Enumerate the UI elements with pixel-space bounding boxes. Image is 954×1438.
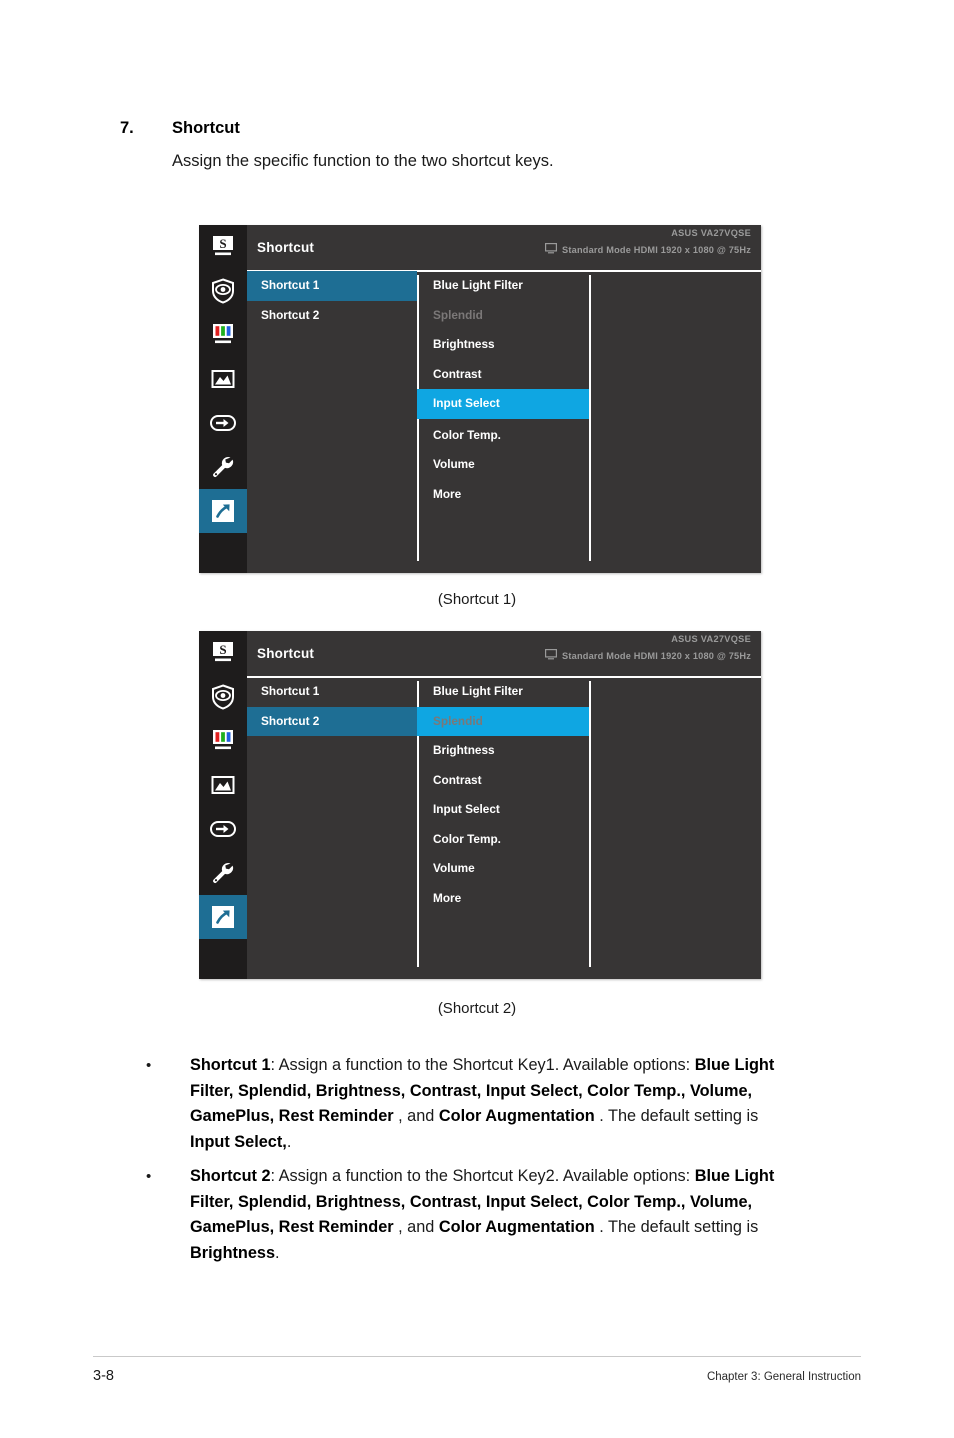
osd-option-splendid[interactable]: Splendid — [417, 301, 589, 331]
rail-icon-eyecare-shield[interactable] — [199, 269, 247, 313]
osd-sidebar-rail: S — [199, 631, 247, 979]
osd-panel-shortcut-1: Shortcut ASUS VA27VQSE Standard Mode HDM… — [199, 225, 761, 573]
osd-options-column: Blue Light Filter Splendid Brightness Co… — [417, 677, 589, 979]
bullet-text-1: : Assign a function to the Shortcut Key2… — [270, 1167, 695, 1185]
bullet-period: . — [286, 1132, 292, 1151]
rail-icon-color-bars[interactable] — [199, 313, 247, 357]
rail-icon-splendid[interactable]: S — [199, 225, 247, 269]
osd-option-volume[interactable]: Volume — [417, 450, 589, 480]
footer-chapter-label: Chapter 3: General Instruction — [706, 1371, 861, 1383]
osd-title: Shortcut — [257, 240, 315, 255]
osd-mode-info: Standard Mode HDMI 1920 x 1080 @ 75Hz — [545, 243, 751, 256]
osd-option-input-select[interactable]: Input Select — [417, 795, 589, 825]
caption-shortcut-2: (Shortcut 2) — [437, 1000, 517, 1017]
osd-option-volume[interactable]: Volume — [417, 854, 589, 884]
bullet-text-2: . The default setting is — [594, 1218, 759, 1236]
osd-item-shortcut-2[interactable]: Shortcut 2 — [247, 301, 417, 331]
rail-icon-eyecare-shield[interactable] — [199, 675, 247, 719]
osd-option-brightness[interactable]: Brightness — [417, 330, 589, 360]
rail-icon-system-wrench[interactable] — [199, 445, 247, 489]
osd-option-color-temp[interactable]: Color Temp. — [417, 421, 589, 451]
bullet-last-option: Color Augmentation — [438, 1218, 595, 1236]
osd-option-input-select[interactable]: Input Select — [417, 389, 589, 419]
osd-model-label: ASUS VA27VQSE — [671, 634, 751, 644]
rail-icon-shortcut[interactable] — [199, 489, 247, 533]
rail-icon-image[interactable] — [199, 357, 247, 401]
osd-option-color-temp[interactable]: Color Temp. — [417, 825, 589, 855]
osd-item-shortcut-2[interactable]: Shortcut 2 — [247, 706, 417, 736]
osd-mode-text: Standard Mode HDMI 1920 x 1080 @ 75Hz — [562, 650, 751, 661]
osd-option-blue-light-filter[interactable]: Blue Light Filter — [417, 271, 589, 301]
section-number: 7. — [120, 119, 134, 137]
osd-left-column: Shortcut 1 Shortcut 2 — [247, 271, 417, 573]
bullet-default: Input Select, — [190, 1132, 287, 1151]
svg-text:S: S — [219, 236, 226, 251]
rail-icon-image[interactable] — [199, 763, 247, 807]
osd-item-shortcut-1[interactable]: Shortcut 1 — [247, 677, 417, 707]
rail-icon-shortcut[interactable] — [199, 895, 247, 939]
osd-mode-info: Standard Mode HDMI 1920 x 1080 @ 75Hz — [545, 649, 751, 662]
caption-shortcut-1: (Shortcut 1) — [437, 591, 517, 608]
section-heading: 7. Shortcut — [120, 119, 820, 138]
bullet-period: . — [275, 1243, 280, 1262]
osd-model-label: ASUS VA27VQSE — [671, 228, 751, 238]
osd-mode-text: Standard Mode HDMI 1920 x 1080 @ 75Hz — [562, 244, 751, 255]
osd-title: Shortcut — [257, 646, 315, 661]
osd-options-column: Blue Light Filter Splendid Brightness Co… — [417, 271, 589, 573]
column-divider-2 — [589, 681, 591, 967]
osd-item-shortcut-1[interactable]: Shortcut 1 — [247, 271, 417, 301]
section-title: Shortcut — [172, 119, 240, 137]
osd-option-blue-light-filter[interactable]: Blue Light Filter — [417, 677, 589, 707]
bullet-last-option: Color Augmentation — [438, 1107, 595, 1125]
osd-option-brightness[interactable]: Brightness — [417, 736, 589, 766]
osd-option-contrast[interactable]: Contrast — [417, 766, 589, 796]
bullet-conj: , and — [398, 1107, 439, 1125]
osd-option-splendid[interactable]: Splendid — [417, 706, 589, 736]
bullet-text-2: . The default setting is — [594, 1107, 759, 1125]
osd-option-contrast[interactable]: Contrast — [417, 360, 589, 390]
section-intro: Assign the specific function to the two … — [172, 152, 554, 170]
bullet-shortcut-2: • Shortcut 2: Assign a function to the Sh… — [140, 1164, 800, 1266]
footer-page-number: 3-8 — [93, 1368, 114, 1384]
bullet-conj: , and — [398, 1218, 439, 1236]
bullet-dot: • — [146, 1057, 152, 1074]
monitor-icon — [545, 243, 558, 256]
rail-icon-color-bars[interactable] — [199, 719, 247, 763]
rail-icon-input-select[interactable] — [199, 401, 247, 445]
bullet-label: Shortcut 2 — [190, 1167, 271, 1185]
monitor-icon — [545, 649, 558, 662]
rail-icon-splendid[interactable]: S — [199, 631, 247, 675]
osd-panel-shortcut-2: Shortcut ASUS VA27VQSE Standard Mode HDM… — [199, 631, 761, 979]
bullet-list: • Shortcut 1: Assign a function to the Sh… — [140, 1053, 800, 1275]
bullet-text-1: : Assign a function to the Shortcut Key1… — [270, 1056, 695, 1074]
column-divider-2 — [589, 275, 591, 561]
osd-body: Shortcut 1 Shortcut 2 Blue Light Filter … — [247, 271, 761, 573]
osd-option-more[interactable]: More — [417, 480, 589, 510]
osd-option-more[interactable]: More — [417, 884, 589, 914]
osd-body: Shortcut 1 Shortcut 2 Blue Light Filter … — [247, 677, 761, 979]
rail-icon-system-wrench[interactable] — [199, 851, 247, 895]
svg-text:S: S — [219, 642, 226, 657]
osd-header: Shortcut ASUS VA27VQSE Standard Mode HDM… — [199, 631, 761, 678]
bullet-dot: • — [146, 1168, 152, 1185]
bullet-shortcut-1: • Shortcut 1: Assign a function to the Sh… — [140, 1053, 800, 1155]
osd-left-column: Shortcut 1 Shortcut 2 — [247, 677, 417, 979]
osd-header: Shortcut ASUS VA27VQSE Standard Mode HDM… — [199, 225, 761, 272]
bullet-default: Brightness — [190, 1243, 276, 1262]
footer-divider — [93, 1356, 861, 1358]
osd-sidebar-rail: S — [199, 225, 247, 573]
bullet-label: Shortcut 1 — [190, 1056, 271, 1074]
rail-icon-input-select[interactable] — [199, 807, 247, 851]
